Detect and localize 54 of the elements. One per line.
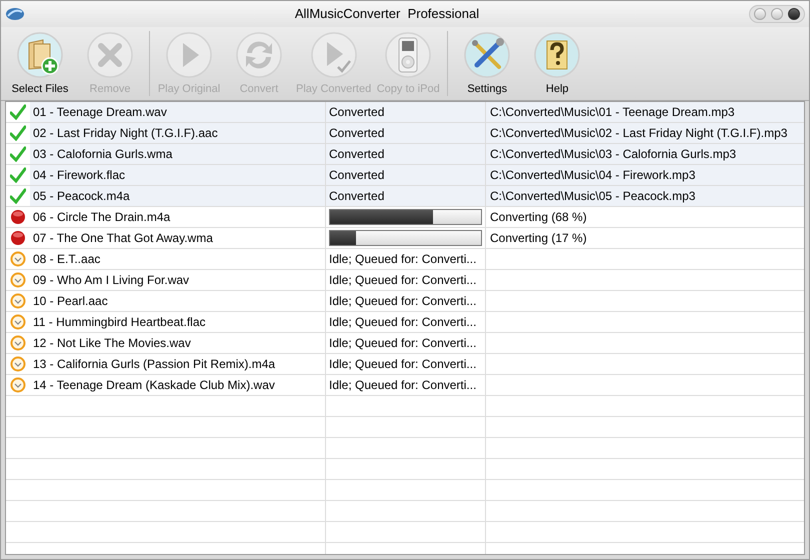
clock-icon [10,356,26,372]
table-cell-text: C:\Converted\Music\03 - Calofornia Gurls.mp3 [490,146,736,163]
table-cell-text: Converted [329,125,384,142]
maximize-button[interactable] [771,8,783,20]
table-cell-text: Converting (17 %) [490,230,587,247]
toolbar-button[interactable]: Settings [452,27,522,100]
clock-icon [10,335,26,351]
check-icon [10,188,26,204]
play-check-icon [310,31,358,79]
table-cell-text: C:\Converted\Music\01 - Teenage Dream.mp3 [490,104,735,121]
toolbar-button[interactable]: Select Files [5,27,75,100]
clock-icon [10,314,26,330]
table-cell-text: Idle; Queued for: Converti... [329,335,476,352]
refresh-icon [235,31,283,79]
table-cell: 03 - Calofornia Gurls.wma [30,144,325,164]
table-cell-text: Idle; Queued for: Converti... [329,377,476,394]
clock-icon [10,272,26,288]
clock-icon [10,293,26,309]
table-cell-text: Idle; Queued for: Converti... [329,251,476,268]
ball-icon [10,230,26,246]
table-cell-text: Converting (68 %) [490,209,587,226]
minimize-button[interactable] [754,8,766,20]
table-cell-text: Idle; Queued for: Converti... [329,356,476,373]
check-icon [10,146,26,162]
table-cell: 01 - Teenage Dream.wav [30,102,325,122]
tools-icon [463,31,512,79]
table-cell-text: Idle; Queued for: Converti... [329,314,476,331]
table-cell: 05 - Peacock.m4a [30,186,325,206]
music-player-icon [384,31,432,79]
table-cell-text: Converted [329,104,384,121]
table-cell: 04 - Firework.flac [30,165,325,185]
ball-icon [10,209,26,225]
window-title: AllMusicConverter Professional [294,5,480,24]
play-icon [165,31,213,79]
table-cell-text: C:\Converted\Music\04 - Firework.mp3 [490,167,696,184]
check-icon [10,167,26,183]
table-cell-text: Converted [329,167,384,184]
close-button[interactable] [788,8,800,20]
table-cell-text: C:\Converted\Music\05 - Peacock.mp3 [490,188,696,205]
close-icon [86,31,134,79]
help-icon [533,31,582,79]
check-icon [10,104,26,120]
table-cell-text: Converted [329,188,384,205]
table-cell: 02 - Last Friday Night (T.G.I.F).aac [30,123,325,143]
clock-icon [10,377,26,393]
table-cell-text: Idle; Queued for: Converti... [329,293,476,310]
clock-icon [10,251,26,267]
app-logo-icon [5,6,25,22]
table-cell-text: Idle; Queued for: Converti... [329,272,476,289]
check-icon [10,125,26,141]
table-cell-text: C:\Converted\Music\02 - Last Friday Night (T.G.I.F).mp3 [490,125,788,142]
toolbar-button[interactable]: Help [522,27,592,100]
folder-add-icon [16,31,64,79]
table-cell-text: Converted [329,146,384,163]
